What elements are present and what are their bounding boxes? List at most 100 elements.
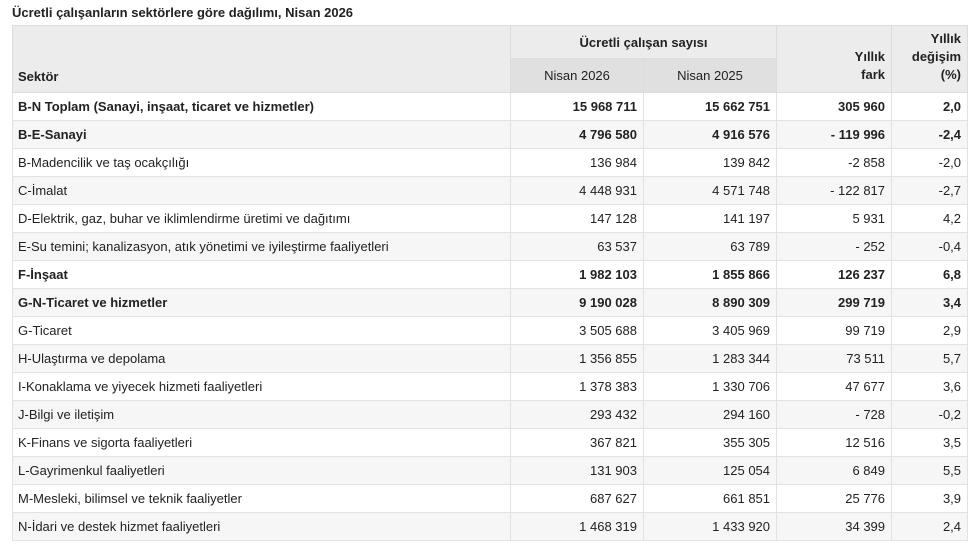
nisan-2025-cell: 3 405 969	[642, 316, 778, 345]
nisan-2026-cell: 687 627	[510, 484, 644, 513]
sector-cell: G-Ticaret	[12, 316, 511, 345]
header-pct-line3: (%)	[940, 67, 962, 82]
nisan-2025-cell: 63 789	[642, 232, 778, 261]
header-sector: Sektör	[12, 25, 511, 93]
annual-difference-cell: - 119 996	[776, 120, 893, 149]
header-nisan-2026: Nisan 2026	[510, 58, 644, 93]
nisan-2026-cell: 4 796 580	[510, 120, 644, 149]
nisan-2025-cell: 8 890 309	[642, 288, 778, 317]
sector-cell: D-Elektrik, gaz, buhar ve iklimlendirme …	[12, 204, 511, 233]
annual-change-cell: -2,0	[891, 148, 969, 177]
table-row: L-Gayrimenkul faaliyetleri 131 903 125 054…	[12, 456, 969, 485]
table-row: G-N-Ticaret ve hizmetler 9 190 028 8 890 3…	[12, 288, 969, 317]
header-nisan-2025: Nisan 2025	[642, 58, 778, 93]
sector-cell: K-Finans ve sigorta faaliyetleri	[12, 428, 511, 457]
sector-cell: J-Bilgi ve iletişim	[12, 400, 511, 429]
nisan-2025-cell: 661 851	[642, 484, 778, 513]
annual-difference-cell: 73 511	[776, 344, 893, 373]
sector-cell: B-Madencilik ve taş ocakçılığı	[12, 148, 511, 177]
annual-difference-cell: 305 960	[776, 92, 893, 121]
annual-change-cell: 4,2	[891, 204, 969, 233]
table-row: G-Ticaret 3 505 688 3 405 969 99 719 2,9	[12, 316, 969, 345]
table-row: B-N Toplam (Sanayi, inşaat, ticaret ve h…	[12, 92, 969, 121]
header-pct-line2: değişim	[911, 49, 962, 64]
header-annual-change: Yıllık değişim (%)	[891, 25, 969, 93]
table-header: Sektör Ücretli çalışan sayısı Yıllık far…	[12, 25, 969, 93]
annual-change-cell: 2,4	[891, 512, 969, 541]
nisan-2026-cell: 1 356 855	[510, 344, 644, 373]
annual-difference-cell: 6 849	[776, 456, 893, 485]
sector-cell: L-Gayrimenkul faaliyetleri	[12, 456, 511, 485]
nisan-2025-cell: 4 571 748	[642, 176, 778, 205]
annual-difference-cell: - 728	[776, 400, 893, 429]
nisan-2026-cell: 1 982 103	[510, 260, 644, 289]
nisan-2026-cell: 367 821	[510, 428, 644, 457]
nisan-2026-cell: 1 468 319	[510, 512, 644, 541]
sector-cell: N-İdari ve destek hizmet faaliyetleri	[12, 512, 511, 541]
table-row: E-Su temini; kanalizasyon, atık yönetimi…	[12, 232, 969, 261]
annual-difference-cell: 5 931	[776, 204, 893, 233]
sector-cell: M-Mesleki, bilimsel ve teknik faaliyetle…	[12, 484, 511, 513]
annual-difference-cell: 12 516	[776, 428, 893, 457]
nisan-2025-cell: 141 197	[642, 204, 778, 233]
annual-change-cell: 3,5	[891, 428, 969, 457]
table-row: K-Finans ve sigorta faaliyetleri 367 821 3…	[12, 428, 969, 457]
annual-change-cell: -2,4	[891, 120, 969, 149]
nisan-2025-cell: 1 283 344	[642, 344, 778, 373]
table-row: M-Mesleki, bilimsel ve teknik faaliyetle…	[12, 484, 969, 513]
sector-cell: B-N Toplam (Sanayi, inşaat, ticaret ve h…	[12, 92, 511, 121]
nisan-2026-cell: 136 984	[510, 148, 644, 177]
header-diff-line2: fark	[861, 67, 886, 82]
nisan-2026-cell: 4 448 931	[510, 176, 644, 205]
table-row: J-Bilgi ve iletişim 293 432 294 160- 728 -0…	[12, 400, 969, 429]
table-row: D-Elektrik, gaz, buhar ve iklimlendirme …	[12, 204, 969, 233]
nisan-2025-cell: 294 160	[642, 400, 778, 429]
nisan-2026-cell: 9 190 028	[510, 288, 644, 317]
header-annual-difference: Yıllık fark	[776, 25, 893, 93]
annual-change-cell: 3,6	[891, 372, 969, 401]
sector-cell: F-İnşaat	[12, 260, 511, 289]
table-title: Ücretli çalışanların sektörlere göre dağ…	[12, 5, 354, 20]
nisan-2025-cell: 15 662 751	[642, 92, 778, 121]
sector-cell: H-Ulaştırma ve depolama	[12, 344, 511, 373]
table-row: I-Konaklama ve yiyecek hizmeti faaliyetl…	[12, 372, 969, 401]
annual-change-cell: -0,4	[891, 232, 969, 261]
nisan-2026-cell: 3 505 688	[510, 316, 644, 345]
nisan-2025-cell: 125 054	[642, 456, 778, 485]
annual-difference-cell: 299 719	[776, 288, 893, 317]
table-row: F-İnşaat 1 982 103 1 855 866 126 237 6,8	[12, 260, 969, 289]
nisan-2025-cell: 355 305	[642, 428, 778, 457]
nisan-2026-cell: 1 378 383	[510, 372, 644, 401]
page: Ücretli çalışanların sektörlere göre dağ…	[0, 0, 973, 546]
sector-cell: G-N-Ticaret ve hizmetler	[12, 288, 511, 317]
nisan-2025-cell: 4 916 576	[642, 120, 778, 149]
annual-change-cell: 5,5	[891, 456, 969, 485]
annual-change-cell: -0,2	[891, 400, 969, 429]
annual-change-cell: 2,9	[891, 316, 969, 345]
nisan-2025-cell: 1 433 920	[642, 512, 778, 541]
header-diff-line1: Yıllık	[854, 49, 886, 64]
header-pct-line1: Yıllık	[930, 31, 962, 46]
annual-change-cell: 5,7	[891, 344, 969, 373]
annual-change-cell: 3,4	[891, 288, 969, 317]
table-row: B-E-Sanayi 4 796 580 4 916 576- 119 996 -2,…	[12, 120, 969, 149]
sector-cell: B-E-Sanayi	[12, 120, 511, 149]
nisan-2026-cell: 63 537	[510, 232, 644, 261]
annual-change-cell: 3,9	[891, 484, 969, 513]
annual-difference-cell: -2 858	[776, 148, 893, 177]
annual-difference-cell: 47 677	[776, 372, 893, 401]
nisan-2025-cell: 1 330 706	[642, 372, 778, 401]
nisan-2025-cell: 1 855 866	[642, 260, 778, 289]
annual-difference-cell: 126 237	[776, 260, 893, 289]
table-row: H-Ulaştırma ve depolama 1 356 855 1 283 34…	[12, 344, 969, 373]
annual-difference-cell: 99 719	[776, 316, 893, 345]
header-employee-count: Ücretli çalışan sayısı	[509, 25, 778, 59]
nisan-2026-cell: 131 903	[510, 456, 644, 485]
annual-difference-cell: 34 399	[776, 512, 893, 541]
annual-change-cell: 2,0	[891, 92, 969, 121]
annual-change-cell: 6,8	[891, 260, 969, 289]
table-row: N-İdari ve destek hizmet faaliyetleri 1 4…	[12, 512, 969, 541]
annual-difference-cell: 25 776	[776, 484, 893, 513]
nisan-2026-cell: 147 128	[510, 204, 644, 233]
table-row: B-Madencilik ve taş ocakçılığı 136 984 139…	[12, 148, 969, 177]
